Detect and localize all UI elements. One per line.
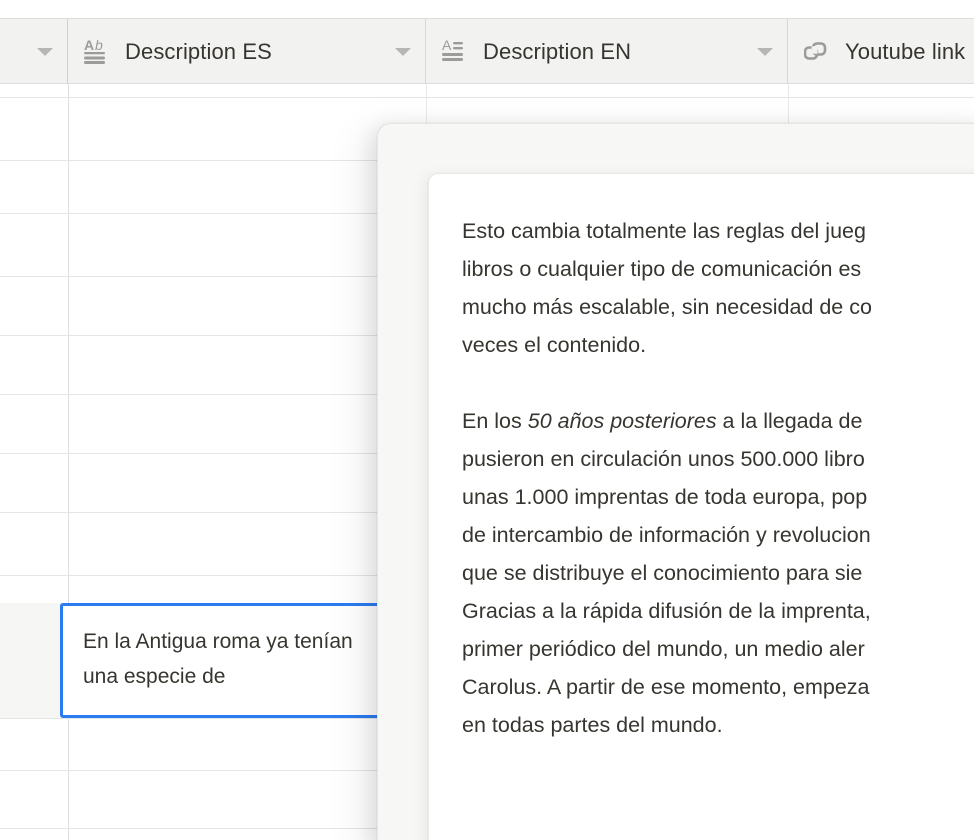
column-header-gutter[interactable]: [0, 19, 68, 84]
column-header-description-en[interactable]: A Description EN: [426, 19, 788, 84]
table-header-row: A b Description ES A Description EN Yout…: [0, 18, 974, 84]
long-text-editor-panel[interactable]: revolucionaria para la época: la imprent…: [428, 173, 974, 840]
selected-cell-value: En la Antigua roma ya tenían una especie…: [83, 630, 359, 688]
long-text-editor-content[interactable]: revolucionaria para la época: la imprent…: [462, 174, 974, 744]
row-divider: [0, 97, 974, 98]
svg-text:b: b: [95, 39, 103, 53]
column-header-description-es[interactable]: A b Description ES: [68, 19, 426, 84]
column-header-label: Youtube link: [845, 38, 966, 64]
svg-text:A: A: [442, 39, 452, 53]
editor-paragraph: En los 50 años posteriores a la llegada …: [462, 409, 871, 585]
chevron-down-icon[interactable]: [395, 47, 411, 56]
long-text-ab-icon: A b: [84, 39, 105, 64]
link-chain-icon: [804, 41, 827, 60]
row-hover-highlight: [0, 603, 68, 718]
text-lines-a-icon: A: [442, 39, 463, 61]
svg-text:A: A: [84, 39, 94, 53]
column-header-youtube-link[interactable]: Youtube link: [788, 19, 974, 84]
column-divider-gutter: [68, 84, 69, 840]
chevron-down-icon[interactable]: [757, 47, 773, 56]
chevron-down-icon[interactable]: [37, 47, 53, 56]
column-header-label: Description ES: [125, 38, 272, 64]
column-header-label: Description EN: [483, 38, 632, 64]
expanded-record-popup[interactable]: revolucionaria para la época: la imprent…: [377, 123, 974, 840]
selected-cell-description-es[interactable]: En la Antigua roma ya tenían una especie…: [60, 603, 385, 718]
app-root: A b Description ES A Description EN Yout…: [0, 0, 974, 840]
editor-paragraph: Esto cambia totalmente las reglas del ju…: [462, 219, 872, 357]
editor-paragraph: Gracias a la rápida difusión de la impre…: [462, 599, 871, 737]
